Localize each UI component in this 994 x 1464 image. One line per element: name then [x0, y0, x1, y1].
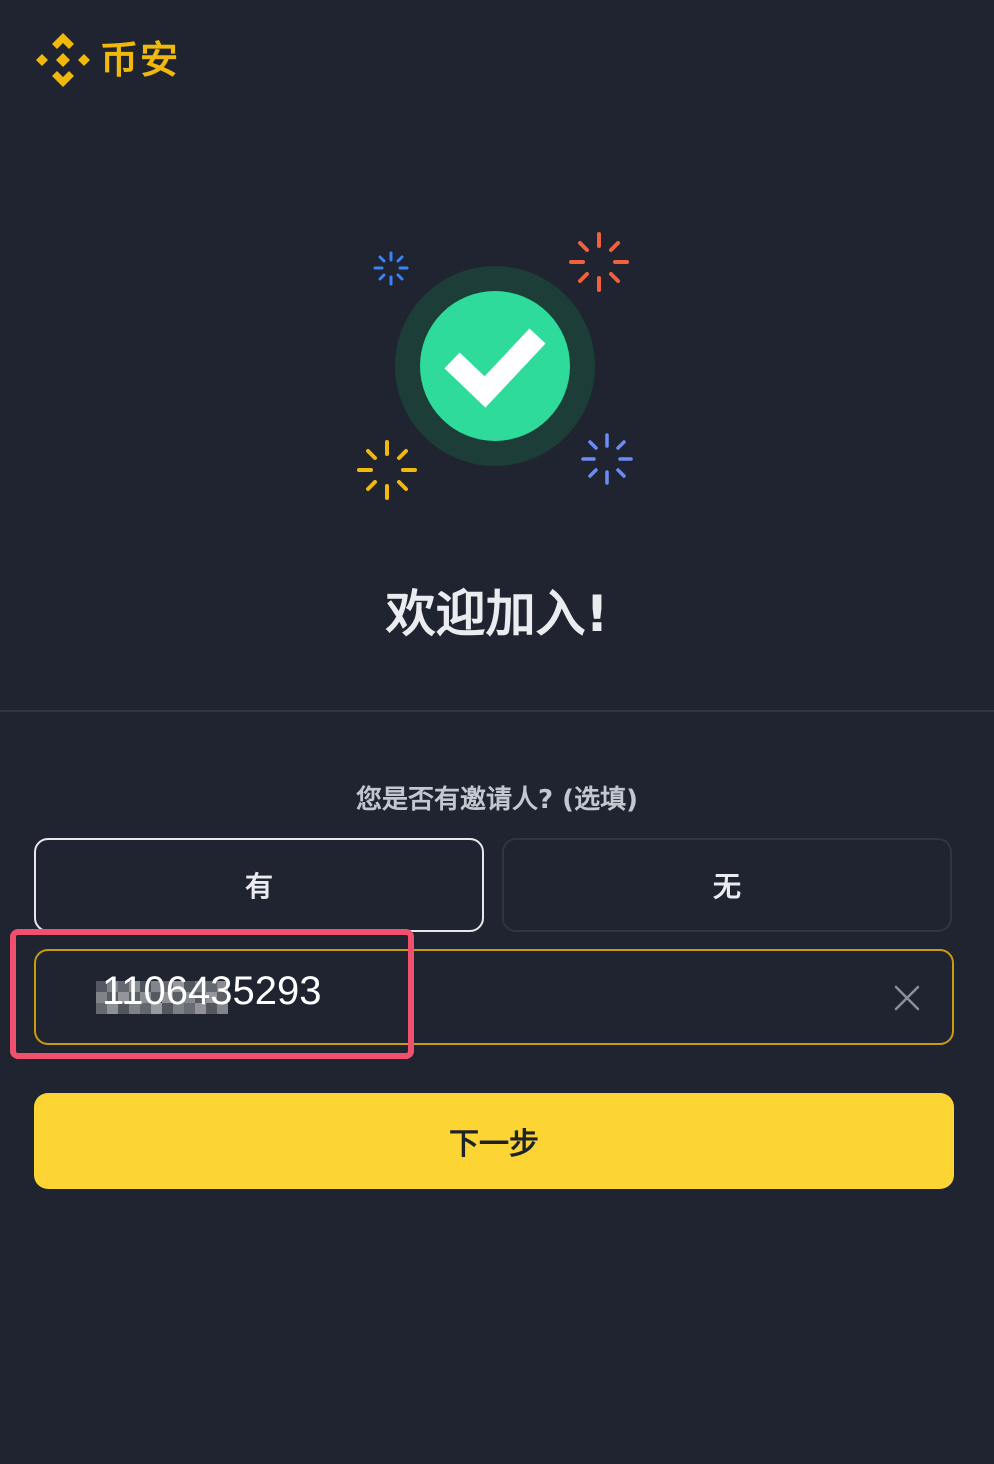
divider: [0, 710, 994, 712]
next-step-label: 下一步: [449, 1127, 539, 1162]
sparkle-icon: [357, 440, 417, 500]
close-icon[interactable]: [892, 983, 922, 1013]
option-no-label: 无: [712, 870, 741, 903]
referral-id-value: 1106435293: [102, 969, 322, 1013]
sparkle-icon: [373, 251, 409, 286]
success-check-icon: [357, 232, 633, 500]
sparkle-icon: [569, 232, 629, 292]
option-yes-button[interactable]: 有: [34, 838, 484, 932]
logo-text: 币安: [100, 38, 181, 82]
binance-diamond-icon: [36, 33, 90, 87]
referral-id-input[interactable]: 1106435293: [34, 949, 954, 1045]
next-step-button[interactable]: 下一步: [34, 1093, 954, 1189]
referral-question: 您是否有邀请人? (选填): [356, 785, 638, 815]
option-yes-label: 有: [244, 870, 273, 903]
option-no-button[interactable]: 无: [502, 838, 952, 932]
brand-logo[interactable]: 币安: [34, 30, 180, 90]
page: 币安 欢迎加入! 您是否有邀请人? (选填) 有 无 1106435293 下一…: [0, 0, 994, 1464]
sparkle-icon: [581, 433, 633, 485]
page-title: 欢迎加入!: [385, 585, 609, 643]
